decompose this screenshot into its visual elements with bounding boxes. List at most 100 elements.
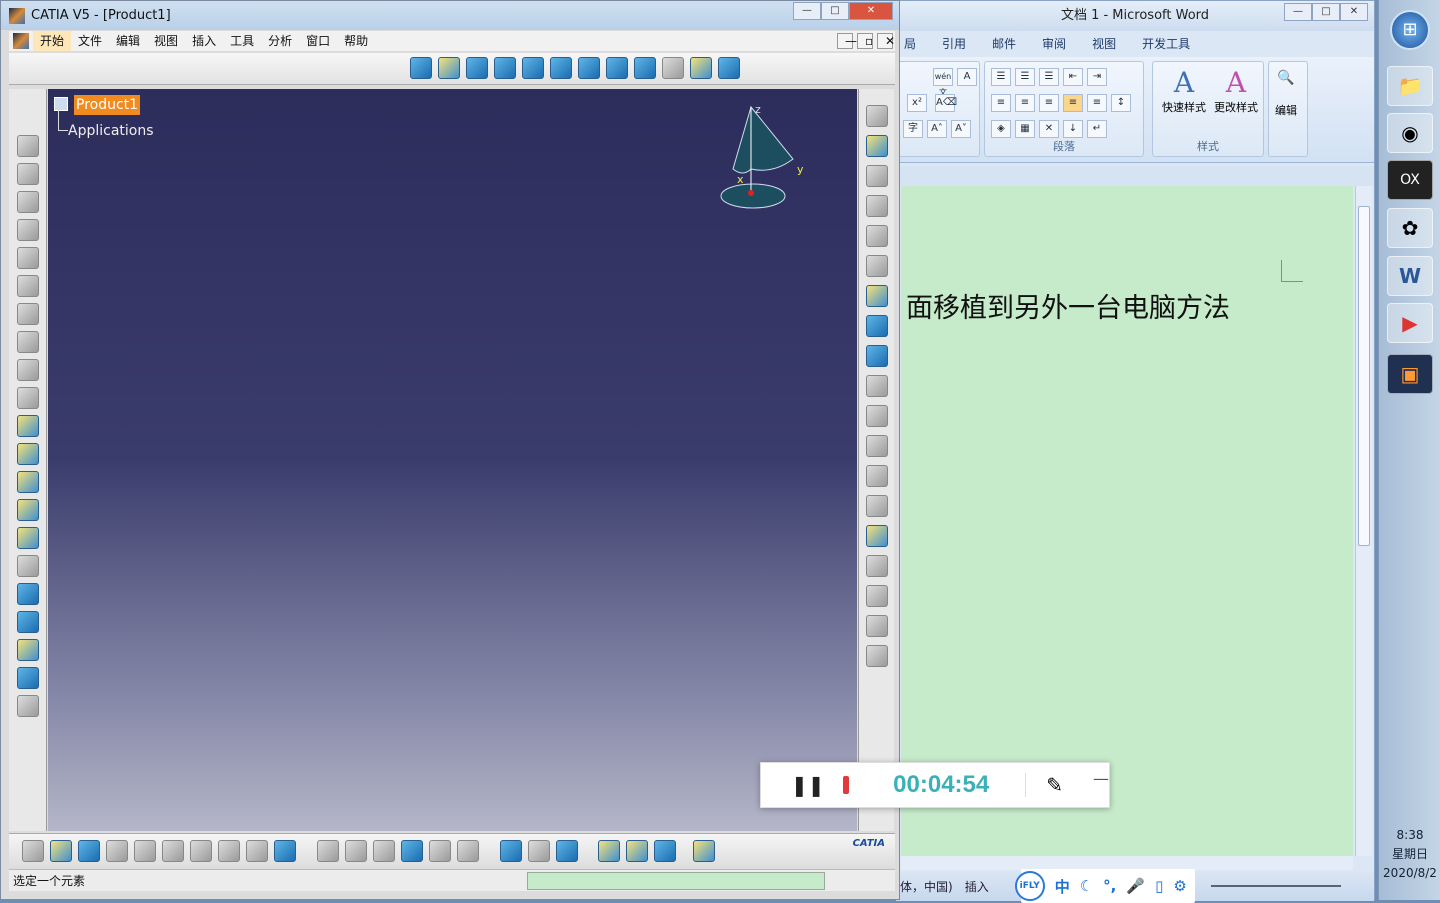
tool-icon[interactable] bbox=[16, 163, 39, 185]
justify-icon[interactable]: ≡ bbox=[1063, 94, 1083, 112]
tool-icon[interactable] bbox=[865, 465, 888, 487]
constraint-icon[interactable] bbox=[16, 471, 39, 493]
tool-icon[interactable] bbox=[654, 840, 677, 862]
tab-layout[interactable]: 局 bbox=[904, 31, 916, 57]
tool-icon[interactable] bbox=[16, 555, 39, 577]
grow-font-button[interactable]: A˄ bbox=[927, 120, 947, 138]
tool-icon[interactable] bbox=[16, 639, 39, 661]
tool-icon[interactable] bbox=[555, 840, 578, 862]
zoom-slider[interactable] bbox=[1210, 885, 1341, 887]
mdi-restore-button[interactable]: ▫ bbox=[857, 33, 873, 49]
maximize-button[interactable]: □ bbox=[1312, 3, 1340, 21]
align-left-icon[interactable]: ≡ bbox=[991, 94, 1011, 112]
zoom-out-icon[interactable] bbox=[550, 57, 572, 79]
chinese-mode-icon[interactable]: 中 bbox=[1055, 876, 1070, 897]
tool-icon[interactable] bbox=[16, 303, 39, 325]
tree-item-applications[interactable]: Applications bbox=[68, 123, 154, 139]
editing-group[interactable]: 🔍 编辑 bbox=[1268, 61, 1308, 157]
clear-format-button[interactable]: A⌫ bbox=[935, 94, 957, 112]
tool-icon[interactable] bbox=[865, 495, 888, 517]
tool-icon[interactable] bbox=[16, 275, 39, 297]
document-text[interactable]: 面移植到另外一台电脑方法 bbox=[906, 286, 1230, 325]
increase-indent-icon[interactable]: ⇥ bbox=[1087, 68, 1107, 86]
minimize-recorder-button[interactable]: — bbox=[1093, 769, 1109, 788]
update-icon[interactable] bbox=[527, 840, 550, 862]
tool-icon[interactable] bbox=[16, 135, 39, 157]
tool-icon[interactable] bbox=[16, 247, 39, 269]
language-status[interactable]: 体，中国) bbox=[900, 878, 953, 895]
menu-analyze[interactable]: 分析 bbox=[261, 31, 299, 51]
tool-icon[interactable] bbox=[865, 285, 888, 307]
scroll-thumb[interactable] bbox=[1358, 206, 1370, 546]
pan-icon[interactable] bbox=[466, 57, 488, 79]
tool-icon[interactable] bbox=[456, 840, 479, 862]
tool-icon[interactable] bbox=[865, 225, 888, 247]
table-icon[interactable] bbox=[400, 840, 423, 862]
copy-icon[interactable] bbox=[162, 840, 184, 862]
menu-start[interactable]: 开始 bbox=[33, 31, 72, 51]
tool-icon[interactable] bbox=[16, 667, 39, 689]
tool-icon[interactable] bbox=[428, 840, 451, 862]
microphone-icon[interactable]: 🎤 bbox=[1126, 877, 1145, 895]
catia-menu-icon[interactable] bbox=[13, 33, 29, 49]
minimize-button[interactable]: — bbox=[1284, 3, 1312, 21]
taskbar-explorer[interactable]: 📁 bbox=[1387, 66, 1433, 106]
keyboard-icon[interactable]: ▯ bbox=[1155, 877, 1163, 895]
tool-icon[interactable] bbox=[865, 645, 888, 667]
print-icon[interactable] bbox=[106, 840, 128, 862]
show-marks-icon[interactable]: ↵ bbox=[1087, 120, 1107, 138]
punctuation-icon[interactable]: °, bbox=[1103, 877, 1116, 895]
tool-icon[interactable] bbox=[16, 387, 39, 409]
horizontal-scrollbar[interactable] bbox=[901, 856, 1353, 870]
mdi-close-button[interactable]: ✕ bbox=[877, 33, 895, 49]
close-button[interactable]: ✕ bbox=[1340, 3, 1368, 21]
close-button[interactable]: ✕ bbox=[849, 2, 893, 20]
taskbar-recorder[interactable]: ▶ bbox=[1387, 303, 1433, 343]
fly-mode-icon[interactable] bbox=[410, 57, 432, 79]
tool-icon[interactable] bbox=[16, 611, 39, 633]
superscript-button[interactable]: x² bbox=[907, 94, 927, 112]
bullets-icon[interactable]: ☰ bbox=[991, 68, 1011, 86]
change-styles-button[interactable]: A 更改样式 bbox=[1211, 66, 1261, 115]
taskbar-catia[interactable]: ▣ bbox=[1387, 354, 1433, 394]
tool-icon[interactable] bbox=[865, 165, 888, 187]
tab-references[interactable]: 引用 bbox=[942, 31, 966, 57]
quick-styles-button[interactable]: A 快速样式 bbox=[1159, 66, 1209, 115]
comment-icon[interactable] bbox=[344, 840, 367, 862]
formula-icon[interactable] bbox=[316, 840, 339, 862]
menu-edit[interactable]: 编辑 bbox=[109, 31, 147, 51]
tool-icon[interactable] bbox=[626, 840, 649, 862]
shrink-font-button[interactable]: A˅ bbox=[951, 120, 971, 138]
tool-icon[interactable] bbox=[865, 345, 888, 367]
tool-icon[interactable] bbox=[865, 375, 888, 397]
tool-icon[interactable] bbox=[865, 585, 888, 607]
zoom-in-icon[interactable] bbox=[522, 57, 544, 79]
decrease-indent-icon[interactable]: ⇤ bbox=[1063, 68, 1083, 86]
undo-icon[interactable] bbox=[218, 840, 240, 862]
tool-icon[interactable] bbox=[16, 583, 39, 605]
mdi-minimize-button[interactable]: — bbox=[837, 33, 857, 49]
constraint-icon[interactable] bbox=[16, 415, 39, 437]
measure-icon[interactable] bbox=[865, 405, 888, 427]
char-border-button[interactable]: A bbox=[957, 68, 977, 86]
fit-all-icon[interactable] bbox=[438, 57, 460, 79]
annotation-icon[interactable] bbox=[865, 435, 888, 457]
minimize-button[interactable]: — bbox=[793, 2, 821, 20]
paste-icon[interactable] bbox=[190, 840, 212, 862]
open-icon[interactable] bbox=[50, 840, 72, 862]
pen-icon[interactable]: ✎ bbox=[1025, 773, 1063, 797]
move-icon[interactable] bbox=[16, 499, 39, 521]
pause-button[interactable]: ❚❚ bbox=[791, 773, 825, 797]
tree-root-product1[interactable]: Product1 bbox=[74, 95, 141, 115]
select-icon[interactable] bbox=[865, 135, 888, 157]
whats-this-icon[interactable] bbox=[274, 840, 296, 862]
tool-icon[interactable] bbox=[372, 840, 395, 862]
render-style-icon[interactable] bbox=[662, 57, 684, 79]
taskbar-app-ox[interactable]: OX bbox=[1387, 160, 1433, 200]
tab-developer[interactable]: 开发工具 bbox=[1142, 31, 1190, 57]
moon-icon[interactable]: ☾ bbox=[1080, 877, 1093, 895]
numbering-icon[interactable]: ☰ bbox=[1015, 68, 1035, 86]
tool-icon[interactable] bbox=[865, 255, 888, 277]
tab-mailings[interactable]: 邮件 bbox=[992, 31, 1016, 57]
save-icon[interactable] bbox=[78, 840, 100, 862]
